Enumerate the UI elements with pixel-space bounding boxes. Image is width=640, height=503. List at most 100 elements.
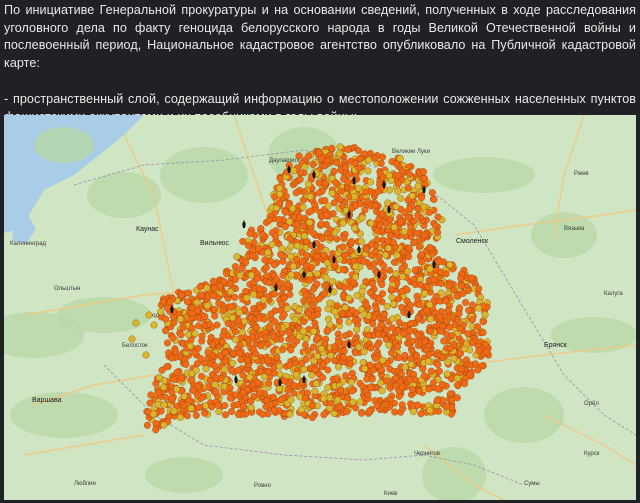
- burned-village-marker[interactable]: [212, 388, 220, 396]
- burned-village-marker[interactable]: [379, 210, 387, 218]
- burned-village-marker[interactable]: [332, 179, 340, 186]
- burned-village-marker[interactable]: [191, 330, 199, 338]
- burned-village-marker[interactable]: [341, 332, 349, 340]
- burned-village-marker[interactable]: [325, 315, 332, 323]
- burned-village-marker[interactable]: [312, 380, 320, 387]
- burned-village-marker[interactable]: [143, 421, 151, 429]
- burned-village-marker[interactable]: [339, 243, 347, 251]
- burned-village-marker[interactable]: [219, 338, 226, 346]
- burned-village-marker[interactable]: [348, 237, 355, 245]
- burned-village-marker[interactable]: [254, 379, 262, 387]
- burned-village-marker[interactable]: [166, 298, 174, 306]
- burned-village-marker[interactable]: [337, 386, 344, 394]
- burned-village-marker[interactable]: [287, 253, 295, 260]
- burned-village-marker[interactable]: [370, 313, 378, 321]
- burned-village-marker[interactable]: [468, 274, 476, 282]
- burned-village-marker[interactable]: [279, 285, 287, 293]
- burned-village-marker[interactable]: [160, 421, 168, 429]
- burned-village-marker[interactable]: [384, 199, 392, 207]
- burned-village-marker[interactable]: [308, 264, 316, 272]
- burned-village-marker[interactable]: [277, 396, 285, 403]
- burned-village-marker[interactable]: [468, 316, 476, 324]
- burned-village-marker[interactable]: [197, 355, 205, 363]
- burned-village-marker[interactable]: [373, 401, 381, 409]
- burned-village-marker[interactable]: [371, 155, 379, 163]
- burned-village-marker[interactable]: [262, 403, 270, 411]
- burned-village-marker[interactable]: [320, 251, 328, 259]
- burned-village-marker[interactable]: [257, 225, 265, 233]
- burned-village-marker[interactable]: [226, 384, 234, 392]
- burned-village-marker[interactable]: [419, 365, 427, 373]
- burned-village-marker[interactable]: [231, 293, 239, 301]
- burned-village-marker[interactable]: [346, 360, 354, 368]
- burned-village-marker[interactable]: [447, 390, 455, 398]
- burned-village-marker[interactable]: [279, 271, 287, 279]
- burned-village-marker[interactable]: [335, 149, 343, 157]
- burned-village-marker[interactable]: [313, 352, 321, 360]
- burned-village-marker[interactable]: [315, 149, 323, 157]
- burned-village-marker[interactable]: [265, 279, 273, 287]
- burned-village-marker[interactable]: [229, 314, 236, 322]
- burned-village-marker[interactable]: [178, 292, 186, 299]
- burned-village-marker[interactable]: [376, 221, 384, 229]
- burned-village-marker[interactable]: [209, 341, 217, 349]
- burned-village-marker[interactable]: [164, 304, 171, 312]
- burned-village-marker[interactable]: [186, 342, 194, 350]
- burned-village-marker[interactable]: [313, 334, 321, 342]
- burned-village-marker[interactable]: [424, 284, 432, 292]
- burned-village-marker[interactable]: [344, 178, 352, 186]
- burned-village-marker[interactable]: [391, 408, 399, 416]
- burned-village-marker[interactable]: [309, 160, 317, 168]
- burned-village-marker[interactable]: [368, 240, 376, 248]
- burned-village-marker[interactable]: [299, 222, 307, 230]
- burned-village-marker[interactable]: [302, 335, 310, 343]
- burned-village-marker[interactable]: [375, 330, 382, 338]
- burned-village-marker[interactable]: [364, 167, 372, 175]
- burned-village-marker[interactable]: [393, 251, 401, 259]
- burned-village-marker[interactable]: [380, 310, 388, 318]
- burned-village-marker[interactable]: [271, 318, 279, 326]
- burned-village-marker[interactable]: [336, 403, 344, 411]
- burned-village-marker[interactable]: [255, 245, 263, 253]
- burned-village-marker[interactable]: [333, 235, 341, 243]
- burned-village-marker[interactable]: [363, 245, 370, 253]
- burned-village-marker[interactable]: [371, 202, 379, 210]
- burned-village-marker[interactable]: [337, 187, 345, 195]
- burned-village-marker[interactable]: [145, 311, 153, 319]
- burned-village-marker[interactable]: [457, 282, 465, 290]
- burned-village-marker[interactable]: [276, 199, 283, 207]
- burned-village-marker[interactable]: [398, 287, 406, 295]
- burned-village-marker[interactable]: [461, 345, 469, 353]
- burned-village-marker[interactable]: [198, 372, 205, 380]
- burned-village-marker[interactable]: [328, 144, 336, 152]
- burned-village-marker[interactable]: [147, 391, 155, 399]
- burned-village-marker[interactable]: [286, 361, 294, 369]
- burned-village-marker[interactable]: [306, 193, 314, 201]
- burned-village-marker[interactable]: [158, 366, 166, 374]
- burned-village-marker[interactable]: [286, 410, 294, 418]
- burned-village-marker[interactable]: [170, 319, 178, 327]
- burned-village-marker[interactable]: [286, 291, 294, 299]
- burned-village-marker[interactable]: [383, 302, 391, 310]
- burned-village-marker[interactable]: [152, 426, 160, 434]
- burned-village-marker[interactable]: [455, 310, 463, 318]
- burned-village-marker[interactable]: [300, 232, 308, 240]
- burned-village-marker[interactable]: [211, 381, 219, 389]
- burned-village-marker[interactable]: [306, 276, 314, 284]
- burned-village-marker[interactable]: [292, 371, 300, 379]
- burned-village-marker[interactable]: [408, 192, 416, 200]
- burned-village-marker[interactable]: [227, 288, 234, 296]
- burned-village-marker[interactable]: [176, 413, 184, 421]
- burned-village-marker[interactable]: [304, 310, 312, 318]
- burned-village-marker[interactable]: [474, 366, 482, 374]
- burned-village-marker[interactable]: [340, 347, 348, 355]
- burned-village-marker[interactable]: [420, 174, 428, 182]
- burned-village-marker[interactable]: [352, 273, 360, 281]
- burned-village-marker[interactable]: [462, 299, 470, 306]
- burned-village-marker[interactable]: [264, 340, 272, 348]
- burned-village-marker[interactable]: [253, 324, 260, 331]
- burned-village-marker[interactable]: [234, 401, 242, 409]
- burned-village-marker[interactable]: [303, 252, 311, 259]
- burned-village-marker[interactable]: [260, 296, 268, 304]
- burned-village-marker[interactable]: [281, 208, 289, 216]
